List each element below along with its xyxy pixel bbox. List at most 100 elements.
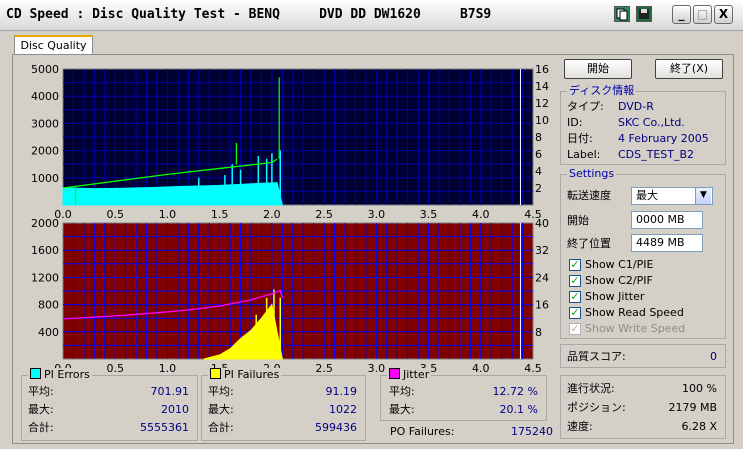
- copy-screenshot-icon[interactable]: [614, 6, 630, 22]
- chart-bottom-xtick: 4.5: [524, 362, 542, 375]
- chart-top-ytick-left: 4000: [31, 90, 59, 103]
- show-read-speed-label: Show Read Speed: [585, 306, 684, 319]
- chart-bottom-ytick-right: 16: [535, 299, 549, 312]
- copy-icon-glyph: [616, 8, 628, 21]
- title-bar[interactable]: CD Speed : Disc Quality Test - BENQ DVD …: [0, 0, 743, 31]
- start-button[interactable]: 開始: [564, 59, 632, 79]
- pi-failures-total-label: 合計:: [208, 421, 234, 434]
- po-failures-value: 175240: [511, 425, 553, 438]
- minimize-button[interactable]: _: [672, 5, 691, 24]
- pi-errors-total-label: 合計:: [28, 421, 54, 434]
- speed-select-value: 最大: [636, 189, 658, 202]
- pi-failures-max-label: 最大:: [208, 403, 234, 416]
- quality-score-label: 品質スコア:: [567, 350, 626, 363]
- speed-readout-value: 6.28 X: [681, 420, 717, 433]
- progress-value: 100 %: [682, 382, 717, 395]
- chart-top-ytick-right: 12: [535, 97, 549, 110]
- disc-date-label: 日付:: [567, 132, 593, 145]
- pi-errors-title: PI Errors: [28, 368, 92, 382]
- settings-group: Settings 転送速度 最大 ▼ 開始 0000 MB 終了位置 4489 …: [560, 167, 726, 339]
- pi-errors-group: PI Errors 平均: 701.91 最大: 2010 合計: 555536…: [21, 368, 198, 441]
- pi-failures-avg-value: 91.19: [325, 385, 358, 398]
- pi-failures-swatch: [210, 368, 221, 379]
- chart-bottom-xtick: 2.5: [315, 362, 333, 375]
- chart-bottom-ytick-left: 1200: [31, 271, 59, 284]
- show-jitter-checkbox[interactable]: ✓: [569, 291, 581, 303]
- chevron-down-icon[interactable]: ▼: [695, 188, 711, 204]
- pi-failures-avg-label: 平均:: [208, 385, 234, 398]
- disc-label-label: Label:: [567, 148, 601, 161]
- main-panel: 5000 4000 3000 2000 1000 16 14 12 10 8 6 4 2 0.0 0.5 1.…: [12, 54, 734, 444]
- chart-top-ytick-left: 1000: [31, 172, 59, 185]
- pi-errors-total-value: 5555361: [140, 421, 189, 434]
- chart-bottom-ytick-left: 1600: [31, 244, 59, 257]
- pi-errors-max-label: 最大:: [28, 403, 54, 416]
- start-position-input[interactable]: 0000 MB: [631, 211, 703, 229]
- chart-bottom-ytick-left: 800: [38, 299, 59, 312]
- position-value: 2179 MB: [668, 401, 717, 414]
- exit-button[interactable]: 終了(X): [655, 59, 723, 79]
- window-title: CD Speed : Disc Quality Test - BENQ DVD …: [6, 7, 492, 22]
- jitter-title: Jitter: [387, 368, 432, 382]
- jitter-max-value: 20.1 %: [499, 403, 538, 416]
- chart-bottom-ytick-right: 40: [535, 217, 549, 230]
- maximize-button[interactable]: □: [693, 5, 712, 24]
- pi-failures-title: PI Failures: [208, 368, 282, 382]
- show-write-speed-label: Show Write Speed: [585, 322, 686, 335]
- speed-select[interactable]: 最大 ▼: [631, 187, 713, 205]
- end-position-label: 終了位置: [567, 237, 611, 250]
- pi-failures-total-value: 599436: [315, 421, 357, 434]
- settings-title: Settings: [567, 167, 617, 181]
- jitter-avg-label: 平均:: [389, 385, 415, 398]
- progress-label: 進行状況:: [567, 382, 615, 395]
- chart-bottom-ytick-right: 8: [535, 326, 542, 339]
- chart-top-xtick: 0.5: [106, 208, 124, 221]
- close-button[interactable]: X: [714, 5, 733, 24]
- show-c1-pie-checkbox[interactable]: ✓: [569, 259, 581, 271]
- chart-top-ytick-right: 8: [535, 131, 542, 144]
- chart-top-ytick-right: 14: [535, 80, 549, 93]
- start-position-label: 開始: [567, 214, 589, 227]
- show-c1-pie-label: Show C1/PIE: [585, 258, 654, 271]
- pi-errors-avg-label: 平均:: [28, 385, 54, 398]
- save-icon[interactable]: [636, 6, 652, 22]
- show-write-speed-checkbox: ✓: [569, 322, 581, 335]
- chart-top-ytick-right: 16: [535, 63, 549, 76]
- end-position-input[interactable]: 4489 MB: [631, 234, 703, 252]
- disc-type-value: DVD-R: [618, 100, 654, 113]
- chart-top-xtick: 4.0: [472, 208, 490, 221]
- chart-top-xtick: 1.0: [159, 208, 177, 221]
- show-jitter-label: Show Jitter: [585, 290, 645, 303]
- pi-failures-max-value: 1022: [329, 403, 357, 416]
- quality-score-group: 品質スコア: 0: [560, 344, 726, 368]
- disc-id-label: ID:: [567, 116, 583, 129]
- chart-top-ytick-right: 4: [535, 165, 542, 178]
- chart-bottom-xtick: 0.5: [106, 362, 124, 375]
- chart-bottom-ytick-right: 32: [535, 244, 549, 257]
- pi-errors-swatch: [30, 368, 41, 379]
- app-window: CD Speed : Disc Quality Test - BENQ DVD …: [0, 0, 743, 449]
- chart-bottom-xtick: 4.0: [472, 362, 490, 375]
- jitter-swatch: [389, 368, 400, 379]
- chart-top-ytick-left: 2000: [31, 145, 59, 158]
- disc-label-value: CDS_TEST_B2: [618, 148, 695, 161]
- show-read-speed-checkbox[interactable]: ✓: [569, 307, 581, 319]
- pi-failures-group: PI Failures 平均: 91.19 最大: 1022 合計: 59943…: [201, 368, 366, 441]
- show-c2-pif-checkbox[interactable]: ✓: [569, 275, 581, 287]
- chart-top-ytick-right: 6: [535, 148, 542, 161]
- chart-bottom-xtick: 1.0: [159, 362, 177, 375]
- chart-top-xtick: 2.5: [315, 208, 333, 221]
- speed-label: 転送速度: [567, 189, 611, 202]
- quality-score-value: 0: [710, 350, 717, 363]
- show-c2-pif-label: Show C2/PIF: [585, 274, 653, 287]
- jitter-max-label: 最大:: [389, 403, 415, 416]
- position-label: ポジション:: [567, 401, 626, 414]
- chart-top-xtick: 2.0: [263, 208, 281, 221]
- pi-errors-max-value: 2010: [161, 403, 189, 416]
- disc-info-title: ディスク情報: [567, 84, 637, 98]
- disc-date-value: 4 February 2005: [618, 132, 709, 145]
- chart-bottom-ytick-right: 24: [535, 271, 549, 284]
- tab-disc-quality[interactable]: Disc Quality: [14, 35, 93, 55]
- chart-top-xtick: 3.5: [420, 208, 438, 221]
- speed-readout-label: 速度:: [567, 420, 593, 433]
